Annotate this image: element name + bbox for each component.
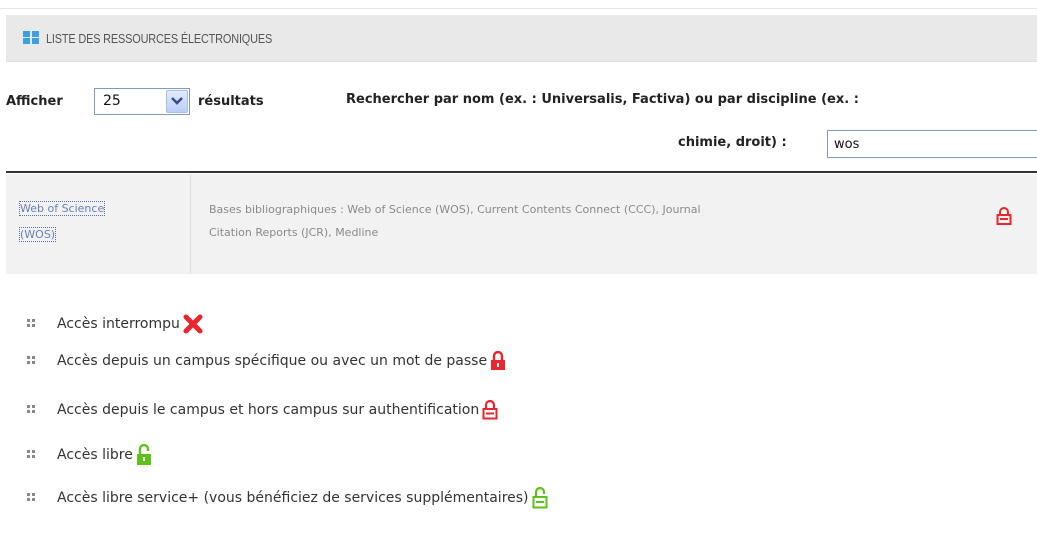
legend-item-campus-auth: Accès depuis le campus et hors campus su… <box>27 398 498 422</box>
legend-label: Accès libre service+ (vous bénéficiez de… <box>57 490 529 506</box>
table-divider <box>6 171 1037 173</box>
per-page-value: 25 <box>103 93 121 109</box>
bullet-icon <box>27 356 35 364</box>
lock-outline-red-icon <box>996 207 1012 225</box>
legend-label: Accès libre <box>57 447 133 463</box>
section-header: LISTE DES RESSOURCES ÉLECTRONIQUES <box>6 15 1037 62</box>
resource-link[interactable]: Web of Science (WOS) <box>18 196 160 248</box>
results-label: résultats <box>198 94 264 109</box>
top-border <box>0 0 1037 9</box>
list-controls: Afficher 25 résultats Rechercher par nom… <box>0 61 1037 169</box>
legend-item-free-access: Accès libre <box>27 443 152 467</box>
bullet-icon <box>27 405 35 413</box>
resource-name-line1[interactable]: Web of Science <box>18 201 106 216</box>
lock-red-filled-icon <box>491 351 506 370</box>
show-label: Afficher <box>6 94 63 109</box>
section-title: LISTE DES RESSOURCES ÉLECTRONIQUES <box>46 31 273 46</box>
description-line2: Citation Reports (JCR), Medline <box>209 226 379 239</box>
bullet-icon <box>27 493 35 501</box>
search-label-cont: chimie, droit) : <box>678 135 787 150</box>
legend-item-campus-password: Accès depuis un campus spécifique ou ave… <box>27 349 506 373</box>
grid-icon <box>23 31 39 44</box>
chevron-down-icon[interactable] <box>166 90 188 113</box>
lock-outline-red-icon <box>482 400 498 420</box>
bullet-icon <box>27 319 35 327</box>
table-row: Web of Science (WOS) Bases bibliographiq… <box>6 174 1037 274</box>
legend-item-free-service-plus: Accès libre service+ (vous bénéficiez de… <box>27 486 548 510</box>
resource-name-line2[interactable]: (WOS) <box>18 227 57 242</box>
unlock-green-filled-icon <box>136 444 151 465</box>
bullet-icon <box>27 450 35 458</box>
search-input[interactable] <box>827 130 1037 158</box>
legend-label: Accès interrompu <box>57 316 180 332</box>
legend-item-interrupted: Accès interrompu <box>27 312 203 336</box>
per-page-select[interactable]: 25 <box>94 88 190 115</box>
resource-description: Bases bibliographiques : Web of Science … <box>209 198 969 244</box>
search-label: Rechercher par nom (ex. : Universalis, F… <box>346 92 859 107</box>
legend-label: Accès depuis le campus et hors campus su… <box>57 402 480 418</box>
legend-label: Accès depuis un campus spécifique ou ave… <box>57 353 488 369</box>
column-separator <box>190 174 191 274</box>
red-cross-icon <box>183 314 203 334</box>
description-line1: Bases bibliographiques : Web of Science … <box>209 203 701 216</box>
unlock-outline-green-icon <box>532 487 548 509</box>
